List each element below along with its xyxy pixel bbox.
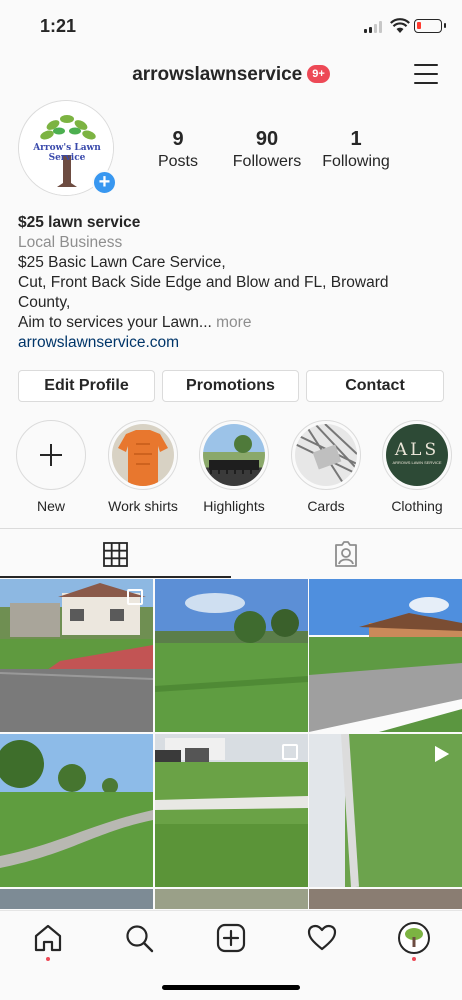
tagged-icon[interactable] bbox=[333, 541, 359, 567]
website-link[interactable]: arrowslawnservice.com bbox=[18, 333, 444, 353]
post-grid bbox=[0, 579, 462, 909]
bio-line-3-wrap: Aim to services your Lawn... more bbox=[18, 313, 444, 333]
bio-name: $25 lawn service bbox=[18, 214, 141, 231]
edit-profile-button[interactable]: Edit Profile bbox=[18, 370, 155, 402]
post-thumbnail[interactable] bbox=[309, 889, 462, 909]
activity-icon[interactable] bbox=[307, 923, 337, 953]
grid-icon[interactable] bbox=[103, 542, 128, 567]
highlight-cover bbox=[295, 424, 357, 486]
wifi-icon bbox=[390, 18, 410, 33]
username-switcher[interactable]: arrowslawnservice 9+ bbox=[0, 64, 462, 86]
search-icon[interactable] bbox=[124, 923, 154, 953]
highlight-label: Highlights bbox=[203, 498, 265, 514]
shirt-image bbox=[118, 430, 168, 486]
bio-line-1: $25 Basic Lawn Care Service, bbox=[18, 254, 226, 271]
highlight-label: Clothing bbox=[391, 498, 443, 514]
posts-stat[interactable]: 9 Posts bbox=[128, 128, 228, 171]
avatar-logo-text: Arrow's Lawn Service bbox=[33, 143, 101, 163]
followers-label: Followers bbox=[232, 153, 302, 170]
profile-tabs bbox=[0, 528, 462, 578]
status-bar: 1:21 bbox=[0, 0, 462, 52]
post-thumbnail[interactable] bbox=[0, 579, 153, 732]
notification-badge: 9+ bbox=[307, 65, 330, 83]
signal-icon bbox=[364, 21, 384, 33]
home-icon[interactable] bbox=[33, 923, 63, 953]
cards-image bbox=[295, 424, 357, 486]
bio-line-2: Cut, Front Back Side Edge and Blow and F… bbox=[18, 274, 389, 311]
followers-stat[interactable]: 90 Followers bbox=[217, 128, 317, 171]
multi-post-icon bbox=[282, 744, 298, 760]
home-activity-dot bbox=[46, 957, 50, 961]
posts-count: 9 bbox=[172, 128, 184, 150]
followers-count: 90 bbox=[255, 128, 279, 150]
plus-icon bbox=[40, 444, 62, 466]
new-post-icon[interactable] bbox=[216, 923, 246, 953]
home-indicator bbox=[162, 985, 300, 990]
post-thumbnail[interactable] bbox=[309, 734, 462, 887]
battery-icon bbox=[414, 19, 446, 33]
post-thumbnail[interactable] bbox=[0, 889, 153, 909]
bio-line-3: Aim to services your Lawn... bbox=[18, 314, 212, 331]
highlight-cover bbox=[112, 424, 174, 486]
username: arrowslawnservice bbox=[132, 64, 303, 85]
profile-header: arrowslawnservice 9+ bbox=[0, 52, 462, 98]
video-icon bbox=[435, 746, 449, 762]
highlight-work-shirts[interactable]: Work shirts bbox=[98, 420, 188, 514]
contact-button[interactable]: Contact bbox=[306, 370, 444, 402]
highlight-cards[interactable]: Cards bbox=[281, 420, 371, 514]
posts-label: Posts bbox=[157, 153, 198, 170]
following-stat[interactable]: 1 Following bbox=[306, 128, 406, 171]
menu-icon[interactable] bbox=[414, 64, 438, 84]
bio-more-link[interactable]: more bbox=[216, 314, 251, 331]
highlight-cover bbox=[203, 424, 265, 486]
active-tab-indicator bbox=[0, 576, 231, 578]
highlight-highlights[interactable]: Highlights bbox=[189, 420, 279, 514]
bio-category: Local Business bbox=[18, 234, 123, 251]
post-thumbnail[interactable] bbox=[309, 579, 462, 732]
highlight-new-ring bbox=[16, 420, 86, 490]
add-story-button[interactable]: + bbox=[92, 170, 117, 195]
multi-post-icon bbox=[127, 589, 143, 605]
following-count: 1 bbox=[350, 128, 362, 150]
highlight-cover: ALS ARROWS LAWN SERVICE bbox=[386, 424, 448, 486]
highlight-label: Work shirts bbox=[108, 498, 178, 514]
post-thumbnail[interactable] bbox=[0, 734, 153, 887]
post-thumbnail[interactable] bbox=[155, 579, 308, 732]
highlight-clothing[interactable]: ALS ARROWS LAWN SERVICE Clothing bbox=[372, 420, 462, 514]
post-thumbnail[interactable] bbox=[155, 734, 308, 887]
post-thumbnail[interactable] bbox=[155, 889, 308, 909]
highlight-label: Cards bbox=[307, 498, 345, 514]
cover-subtext: ARROWS LAWN SERVICE bbox=[392, 460, 442, 465]
highlight-label: New bbox=[36, 498, 65, 514]
highlight-new[interactable]: New bbox=[6, 420, 96, 514]
scene-image bbox=[209, 435, 259, 474]
promotions-button[interactable]: Promotions bbox=[162, 370, 299, 402]
cover-text: ALS bbox=[394, 440, 440, 460]
status-time: 1:21 bbox=[40, 16, 77, 36]
profile-icon[interactable] bbox=[398, 922, 430, 954]
profile-activity-dot bbox=[412, 957, 416, 961]
profile-bio: $25 lawn service Local Business $25 Basi… bbox=[18, 213, 444, 353]
following-label: Following bbox=[322, 153, 390, 170]
